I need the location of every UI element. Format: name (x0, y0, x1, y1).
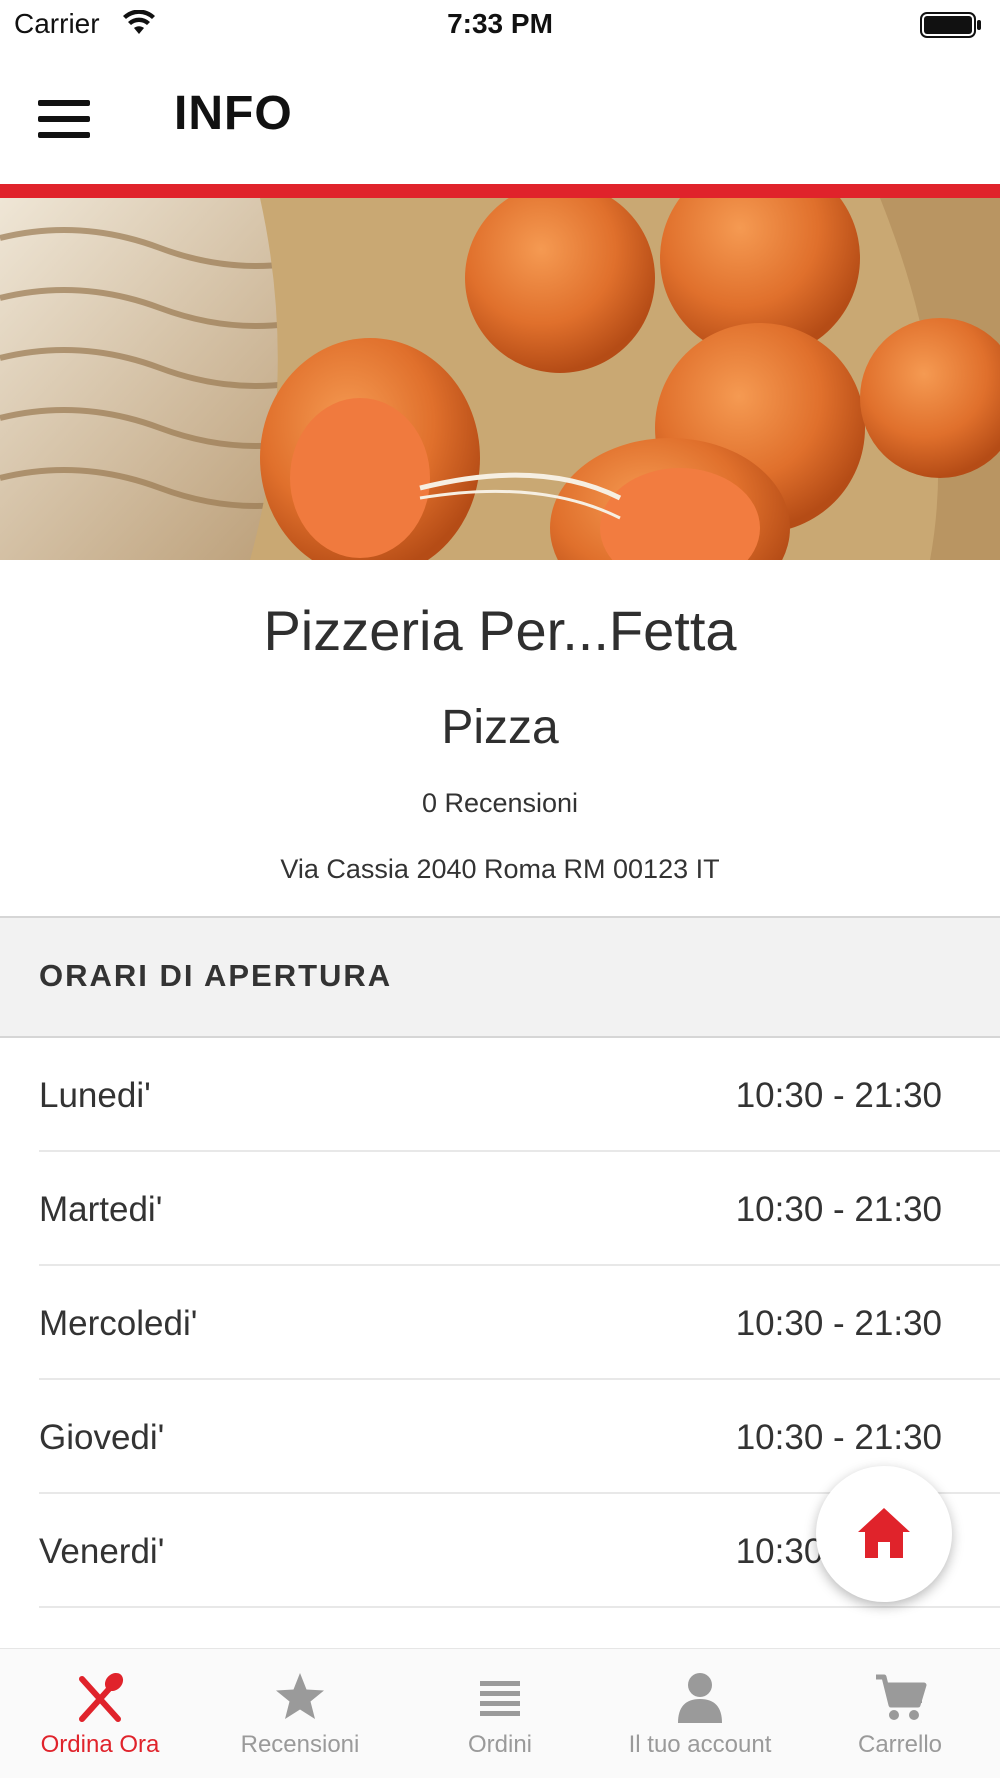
list-icon (480, 1681, 520, 1716)
hours-day: Mercoledi' (39, 1304, 198, 1343)
tab-carrello[interactable]: Carrello (800, 1649, 1000, 1778)
tab-recensioni[interactable]: Recensioni (200, 1649, 400, 1778)
user-icon (678, 1673, 722, 1723)
menu-button[interactable] (30, 90, 100, 150)
reviews-count[interactable]: 0 Recensioni (0, 788, 1000, 819)
hours-time: 10:30 - 21:30 (735, 1418, 942, 1457)
star-icon (276, 1673, 324, 1719)
tab-label: Recensioni (240, 1731, 360, 1758)
hours-time: 10:30 - 21:30 (735, 1304, 942, 1343)
restaurant-category: Pizza (441, 701, 559, 754)
opening-hours-header: ORARI DI APERTURA (0, 916, 1000, 1038)
opening-hours-title: ORARI DI APERTURA (39, 958, 393, 993)
restaurant-name: Pizzeria Per...Fetta (263, 599, 737, 662)
home-icon (858, 1508, 910, 1558)
header-accent-bar (0, 184, 1000, 198)
hours-row: Martedi' 10:30 - 21:30 (39, 1152, 1000, 1266)
utensils-icon (79, 1672, 124, 1722)
cart-icon (876, 1674, 927, 1720)
tab-label: Carrello (857, 1731, 943, 1758)
battery-icon (920, 12, 981, 38)
hours-row: Mercoledi' 10:30 - 21:30 (39, 1266, 1000, 1380)
home-fab-button[interactable] (816, 1466, 952, 1602)
hours-day: Lunedi' (39, 1076, 151, 1115)
bottom-tab-bar: Ordina Ora Recensioni Ordini Il tuo acco… (0, 1648, 1000, 1778)
tab-label: Ordina Ora (40, 1731, 160, 1758)
status-bar: Carrier 7:33 PM (0, 0, 1000, 50)
tab-ordina-ora[interactable]: Ordina Ora (0, 1649, 200, 1778)
tab-label: Ordini (467, 1731, 533, 1758)
menu-icon (38, 100, 90, 106)
tab-account[interactable]: Il tuo account (600, 1649, 800, 1778)
hours-day: Giovedi' (39, 1418, 165, 1457)
tab-label: Il tuo account (628, 1731, 772, 1758)
restaurant-hero-image (0, 198, 1000, 560)
hours-row: Lunedi' 10:30 - 21:30 (39, 1038, 1000, 1152)
tab-ordini[interactable]: Ordini (400, 1649, 600, 1778)
status-time: 7:33 PM (447, 8, 553, 39)
app-header: INFO (0, 50, 1000, 184)
hours-day: Venerdi' (39, 1532, 165, 1571)
hours-time: 10:30 - 21:30 (735, 1076, 942, 1115)
hours-time: 10:30 - 21:30 (735, 1190, 942, 1229)
restaurant-address: Via Cassia 2040 Roma RM 00123 IT (280, 854, 720, 884)
page-title: INFO (174, 87, 293, 140)
hours-day: Martedi' (39, 1190, 163, 1229)
